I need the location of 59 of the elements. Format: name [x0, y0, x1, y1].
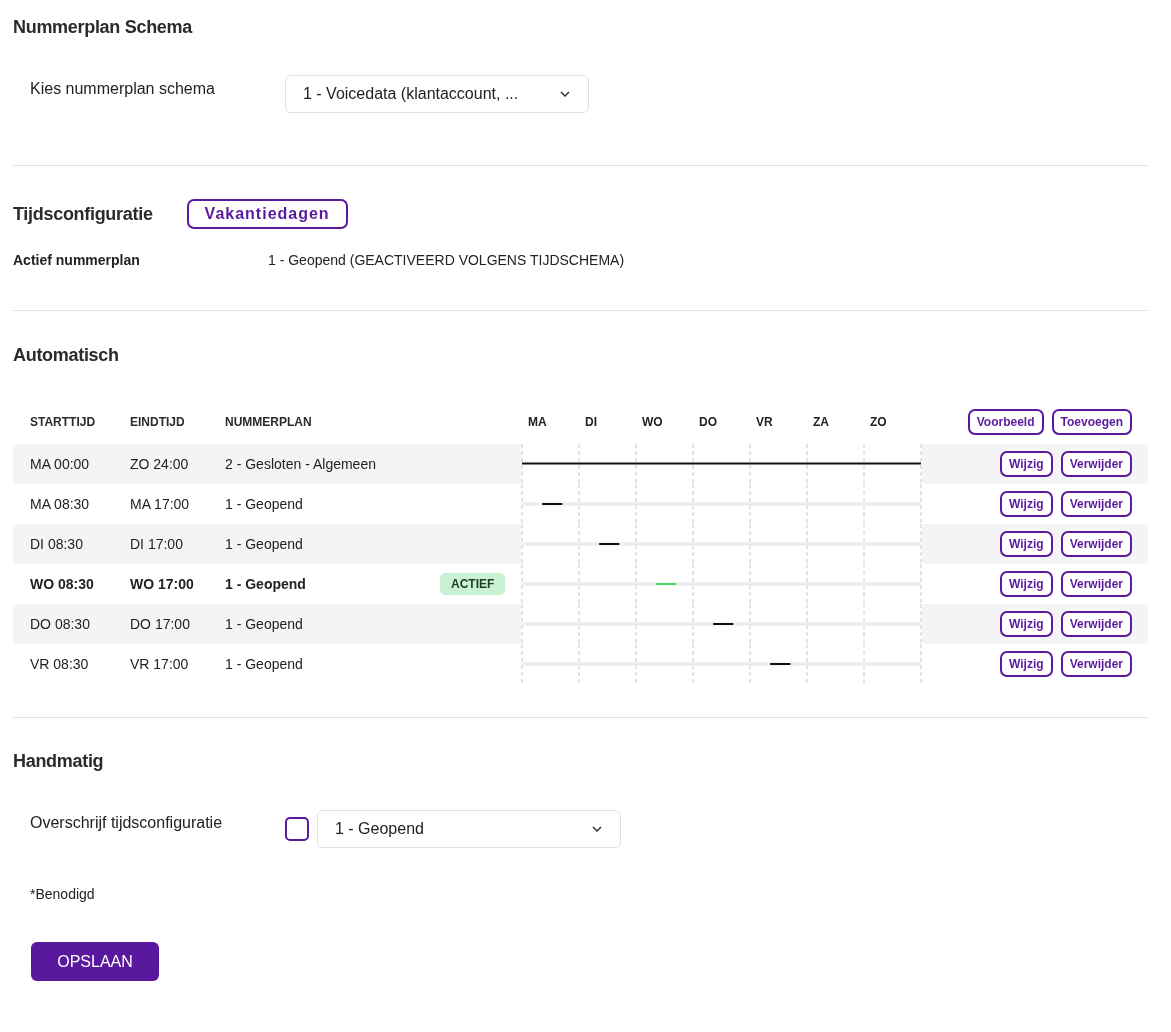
schema-select[interactable]: 1 - Voicedata (klantaccount, ... — [285, 75, 589, 113]
table-cell-text: 1 - Geopend — [225, 576, 307, 592]
day-header: WO — [641, 415, 664, 429]
override-checkbox[interactable] — [285, 817, 309, 841]
delete-button[interactable]: Verwijder — [1060, 571, 1132, 597]
header-button[interactable]: Voorbeeld — [967, 409, 1044, 435]
table-cell-text: DI 08:30 — [29, 536, 84, 552]
day-header: DO — [698, 415, 718, 429]
table-cell-text: WO 08:30 — [29, 576, 95, 592]
delete-button[interactable]: Verwijder — [1060, 531, 1132, 557]
table-cell-text: 1 - Geopend — [225, 496, 304, 512]
status-badge: ACTIEF — [440, 573, 506, 595]
table-cell-text: DO 17:00 — [130, 616, 191, 632]
chevron-down-icon — [560, 91, 570, 97]
edit-button[interactable]: Wijzig — [1000, 611, 1053, 637]
table-cell-text: VR 17:00 — [130, 656, 190, 672]
holidays-button[interactable]: Vakantiedagen — [186, 199, 348, 229]
delete-button[interactable]: Verwijder — [1060, 651, 1132, 677]
table-cell-text: MA 17:00 — [130, 496, 191, 512]
required-note: *Benodigd — [30, 886, 96, 902]
table-cell-text: 2 - Gesloten - Algemeen — [225, 456, 377, 472]
column-header: NUMMERPLAN — [225, 415, 313, 429]
field-label: Overschrijf tijdsconfiguratie — [30, 813, 224, 832]
edit-button[interactable]: Wijzig — [1000, 571, 1053, 597]
section-title: Nummerplan Schema — [13, 17, 194, 38]
edit-button[interactable]: Wijzig — [1000, 531, 1053, 557]
day-header: MA — [527, 415, 548, 429]
delete-button[interactable]: Verwijder — [1060, 451, 1132, 477]
table-cell-text: 1 - Geopend — [225, 616, 304, 632]
day-header: ZA — [812, 415, 830, 429]
active-plan-label: Actief nummerplan — [13, 252, 141, 268]
column-header: EINDTIJD — [130, 415, 186, 429]
table-cell-text: MA 08:30 — [29, 496, 91, 512]
chevron-down-icon — [592, 826, 602, 832]
active-plan-value: 1 - Geopend (GEACTIVEERD VOLGENS TIJDSCHEMA) — [268, 252, 625, 268]
section-title: Handmatig — [13, 751, 105, 772]
delete-button[interactable]: Verwijder — [1060, 491, 1132, 517]
table-cell-text: WO 17:00 — [130, 576, 195, 592]
table-cell-text: 1 - Geopend — [225, 656, 304, 672]
column-header: STARTTIJD — [29, 415, 97, 429]
field-label: Kies nummerplan schema — [30, 79, 216, 98]
section-title: Tijdsconfiguratie — [13, 203, 153, 225]
section-title: Automatisch — [13, 345, 120, 366]
header-button[interactable]: Toevoegen — [1051, 409, 1132, 435]
table-cell-text: VR 08:30 — [29, 656, 90, 672]
table-cell-text: MA 00:00 — [29, 456, 91, 472]
save-button[interactable]: OPSLAAN — [31, 942, 159, 981]
edit-button[interactable]: Wijzig — [1000, 651, 1053, 677]
edit-button[interactable]: Wijzig — [1000, 451, 1053, 477]
table-cell-text: DI 17:00 — [130, 536, 184, 552]
table-cell-text: ZO 24:00 — [130, 456, 190, 472]
plan-select[interactable]: 1 - Geopend — [317, 810, 621, 848]
delete-button[interactable]: Verwijder — [1060, 611, 1132, 637]
table-cell-text: 1 - Geopend — [225, 536, 304, 552]
table-cell-text: DO 08:30 — [29, 616, 91, 632]
edit-button[interactable]: Wijzig — [1000, 491, 1053, 517]
day-header: ZO — [869, 415, 888, 429]
day-header: DI — [584, 415, 598, 429]
day-header: VR — [755, 415, 774, 429]
